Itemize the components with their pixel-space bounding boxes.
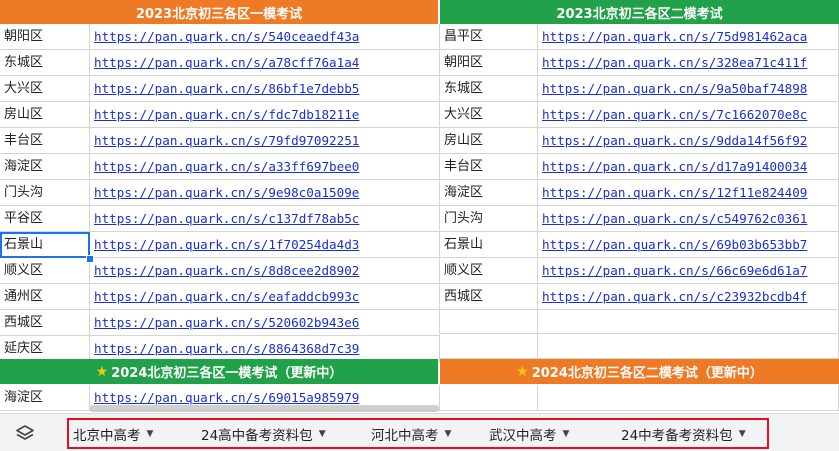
- link-cell[interactable]: https://pan.quark.cn/s/520602b943e6: [90, 310, 440, 336]
- empty-cell[interactable]: [440, 385, 538, 411]
- chevron-down-icon[interactable]: ▼: [147, 429, 154, 439]
- empty-cell[interactable]: [538, 334, 839, 359]
- district-cell[interactable]: 朝阳区: [0, 24, 90, 50]
- header-title: 2024北京初三各区一模考试（更新中）: [111, 366, 343, 381]
- link-cell[interactable]: https://pan.quark.cn/s/328ea71c411f: [538, 50, 839, 76]
- sheet-tab-1[interactable]: 24高中备考资料包 ▼: [185, 420, 355, 447]
- district-cell[interactable]: 东城区: [0, 50, 90, 76]
- sheet-tab-label: 24高中备考资料包: [201, 427, 313, 444]
- empty-cell[interactable]: [538, 385, 839, 411]
- link-cell[interactable]: https://pan.quark.cn/s/9dda14f56f92: [538, 128, 839, 154]
- link-cell[interactable]: https://pan.quark.cn/s/eafaddcb993c: [90, 284, 440, 310]
- empty-cell[interactable]: [440, 334, 538, 359]
- district-cell[interactable]: 大兴区: [0, 76, 90, 102]
- link-cell[interactable]: https://pan.quark.cn/s/69b03b653bb7: [538, 232, 839, 258]
- district-cell[interactable]: 丰台区: [0, 128, 90, 154]
- link-cell[interactable]: https://pan.quark.cn/s/a33ff697bee0: [90, 154, 440, 180]
- link-cell[interactable]: https://pan.quark.cn/s/c23932bcdb4f: [538, 284, 839, 310]
- chevron-down-icon[interactable]: ▼: [563, 429, 570, 439]
- sheet-tab-label: 河北中高考: [371, 427, 439, 444]
- chevron-down-icon[interactable]: ▼: [445, 429, 452, 439]
- district-cell[interactable]: 海淀区: [0, 385, 90, 411]
- sheet-tab-label: 北京中高考: [73, 427, 141, 444]
- link-cell[interactable]: https://pan.quark.cn/s/12f11e824409: [538, 180, 839, 206]
- district-cell[interactable]: 通州区: [0, 284, 90, 310]
- district-cell[interactable]: 西城区: [440, 284, 538, 310]
- district-cell[interactable]: 昌平区: [440, 24, 538, 50]
- link-cell[interactable]: https://pan.quark.cn/s/540ceaedf43a: [90, 24, 440, 50]
- sheet-tab-bar: 北京中高考 ▼ 24高中备考资料包 ▼ 河北中高考 ▼ 武汉中高考 ▼ 24中考备考资料包 ▼: [0, 413, 839, 451]
- header-title: 2023北京初三各区一模考试: [135, 6, 303, 22]
- link-cell[interactable]: https://pan.quark.cn/s/8d8cee2d8902: [90, 258, 440, 284]
- district-cell[interactable]: 大兴区: [440, 102, 538, 128]
- empty-cell[interactable]: [440, 310, 538, 334]
- district-cell[interactable]: 门头沟: [0, 180, 90, 206]
- empty-cell[interactable]: [538, 310, 839, 334]
- link-cell[interactable]: https://pan.quark.cn/s/9a50baf74898: [538, 76, 839, 102]
- link-cell[interactable]: https://pan.quark.cn/s/fdc7db18211e: [90, 102, 440, 128]
- layers-icon[interactable]: [14, 423, 36, 445]
- link-cell[interactable]: https://pan.quark.cn/s/79fd97092251: [90, 128, 440, 154]
- district-cell[interactable]: 石景山: [440, 232, 538, 258]
- spreadsheet-grid[interactable]: 2023北京初三各区一模考试 2023北京初三各区二模考试 朝阳区 https:/…: [0, 0, 839, 413]
- header-2023-first-mock: 2023北京初三各区一模考试: [0, 0, 438, 24]
- link-cell[interactable]: https://pan.quark.cn/s/86bf1e7debb5: [90, 76, 440, 102]
- horizontal-scrollbar[interactable]: [90, 405, 439, 412]
- sheet-tab-label: 武汉中高考: [489, 427, 557, 444]
- header-2024-second-mock: ★ 2024北京初三各区二模考试（更新中）: [440, 359, 839, 384]
- district-cell[interactable]: 丰台区: [440, 154, 538, 180]
- link-cell[interactable]: https://pan.quark.cn/s/66c69e6d61a7: [538, 258, 839, 284]
- district-cell[interactable]: 平谷区: [0, 206, 90, 232]
- header-2023-second-mock: 2023北京初三各区二模考试: [440, 0, 839, 24]
- link-cell[interactable]: https://pan.quark.cn/s/d17a91400034: [538, 154, 839, 180]
- district-cell[interactable]: 东城区: [440, 76, 538, 102]
- district-cell[interactable]: 房山区: [0, 102, 90, 128]
- chevron-down-icon[interactable]: ▼: [739, 429, 746, 439]
- link-cell[interactable]: https://pan.quark.cn/s/c549762c0361: [538, 206, 839, 232]
- link-cell[interactable]: https://pan.quark.cn/s/9e98c0a1509e: [90, 180, 440, 206]
- star-icon: ★: [516, 363, 529, 380]
- header-title: 2023北京初三各区二模考试: [556, 6, 723, 22]
- district-cell[interactable]: 海淀区: [0, 154, 90, 180]
- link-cell[interactable]: https://pan.quark.cn/s/a78cff76a1a4: [90, 50, 440, 76]
- district-cell[interactable]: 海淀区: [440, 180, 538, 206]
- district-cell[interactable]: 顺义区: [440, 258, 538, 284]
- sheet-tab-4[interactable]: 24中考备考资料包 ▼: [605, 420, 767, 447]
- link-cell[interactable]: https://pan.quark.cn/s/1f70254da4d3: [90, 232, 440, 258]
- district-cell[interactable]: 石景山: [0, 232, 90, 258]
- sheet-tab-0[interactable]: 北京中高考 ▼: [69, 420, 185, 447]
- sheet-tab-2[interactable]: 河北中高考 ▼: [355, 420, 473, 447]
- selection-handle[interactable]: [86, 255, 94, 263]
- link-cell[interactable]: https://pan.quark.cn/s/c137df78ab5c: [90, 206, 440, 232]
- district-cell[interactable]: 西城区: [0, 310, 90, 336]
- header-title: 2024北京初三各区二模考试（更新中）: [531, 366, 763, 381]
- chevron-down-icon[interactable]: ▼: [319, 429, 326, 439]
- link-cell[interactable]: https://pan.quark.cn/s/75d981462aca: [538, 24, 839, 50]
- sheet-tab-label: 24中考备考资料包: [621, 427, 733, 444]
- district-cell[interactable]: 朝阳区: [440, 50, 538, 76]
- header-2024-first-mock: ★ 2024北京初三各区一模考试（更新中）: [0, 359, 438, 384]
- sheet-tab-3[interactable]: 武汉中高考 ▼: [473, 420, 605, 447]
- star-icon: ★: [95, 363, 109, 380]
- district-cell[interactable]: 顺义区: [0, 258, 90, 284]
- sheet-tabs-highlight: 北京中高考 ▼ 24高中备考资料包 ▼ 河北中高考 ▼ 武汉中高考 ▼ 24中考备考资料包 ▼: [67, 418, 769, 449]
- link-cell[interactable]: https://pan.quark.cn/s/7c1662070e8c: [538, 102, 839, 128]
- district-cell[interactable]: 房山区: [440, 128, 538, 154]
- district-cell[interactable]: 门头沟: [440, 206, 538, 232]
